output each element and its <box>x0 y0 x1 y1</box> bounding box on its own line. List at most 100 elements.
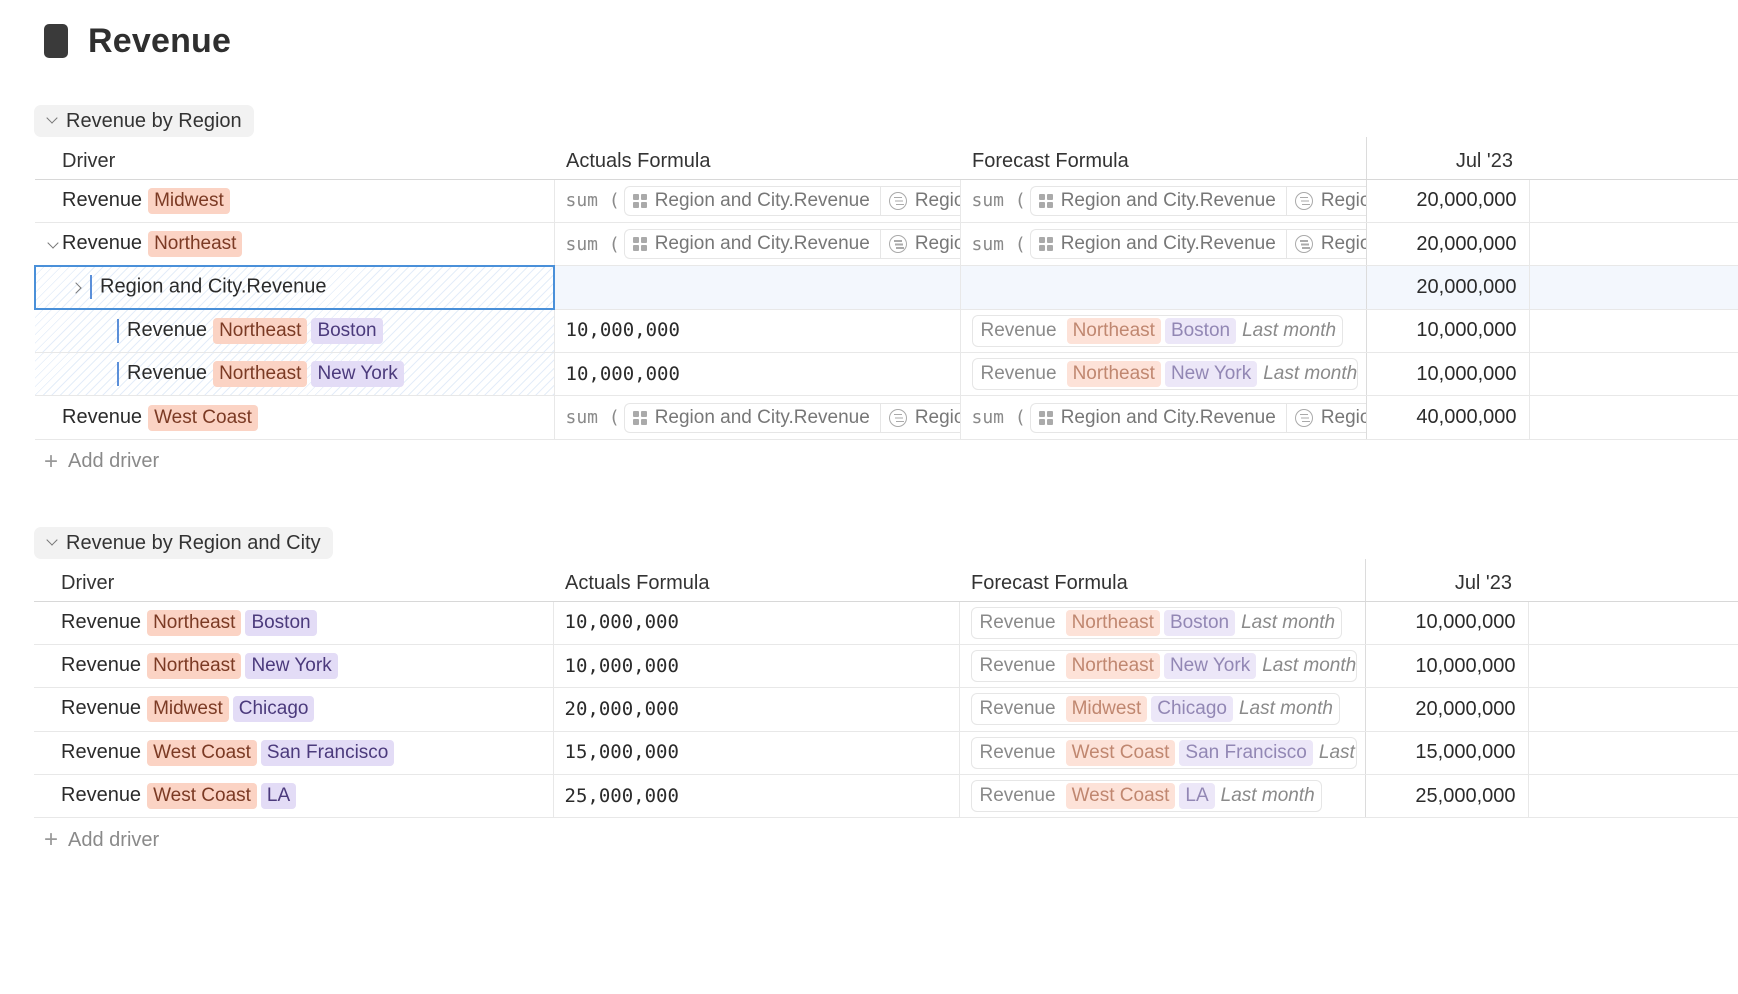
column-header-driver[interactable]: Driver <box>35 137 554 180</box>
value-cell[interactable]: 10,000,000 <box>1366 309 1530 354</box>
column-header-forecast[interactable]: Forecast Formula <box>960 137 1367 180</box>
formula-function: sum ( <box>971 407 1026 429</box>
driver-cell[interactable]: Revenue Northeast New York <box>34 644 554 689</box>
city-tag: Boston <box>311 318 383 345</box>
driver-name: Revenue <box>62 188 143 211</box>
actuals-formula-cell[interactable]: sum ( Region and City.Revenue Region <box>554 222 961 267</box>
table-row[interactable]: Revenue Northeast New York 10,000,000 Reve… <box>34 644 1738 689</box>
database-icon <box>632 237 647 252</box>
column-header-month[interactable]: Jul '23 <box>1365 559 1528 602</box>
table-row[interactable]: Revenue Northeast Boston 10,000,000 Revenu… <box>35 309 1738 354</box>
value-cell[interactable]: 20,000,000 <box>1366 222 1530 267</box>
table-row[interactable]: Revenue Midwest sum ( Region and City.Rev… <box>35 179 1738 223</box>
driver-cell[interactable]: Revenue Northeast New York <box>35 352 555 397</box>
driver-cell[interactable]: Revenue Northeast Boston <box>34 601 554 645</box>
chevron-down-icon[interactable] <box>45 234 67 257</box>
formula-filter-pill: Region <box>1285 229 1365 260</box>
forecast-formula-cell[interactable] <box>960 265 1367 310</box>
group-toggle-revenue-by-region-and-city[interactable]: Revenue by Region and City <box>34 527 333 559</box>
driver-cell[interactable]: Revenue West Coast <box>35 395 555 440</box>
driver-cell[interactable]: Revenue Northeast <box>35 222 555 267</box>
forecast-formula-cell[interactable]: Revenue Northeast New York Last month <box>959 644 1366 689</box>
group-title: Revenue by Region <box>66 109 242 132</box>
formula-source-pill: Region and City.Revenue <box>1029 229 1286 260</box>
forecast-formula-cell[interactable]: sum ( Region and City.Revenue Region <box>960 395 1367 440</box>
plus-icon: + <box>44 826 59 854</box>
header-row: Driver Actuals Formula Forecast Formula … <box>35 137 1738 180</box>
add-driver-button[interactable]: + Add driver <box>34 818 1738 862</box>
driver-cell[interactable]: Revenue Midwest Chicago <box>34 687 554 732</box>
forecast-formula-cell[interactable]: Revenue Midwest Chicago Last month <box>959 687 1366 732</box>
formula-function: sum ( <box>565 190 620 212</box>
add-driver-button[interactable]: + Add driver <box>34 440 1738 484</box>
value-cell[interactable]: 20,000,000 <box>1365 687 1529 732</box>
city-tag: Chicago <box>232 696 315 723</box>
actuals-value-cell[interactable]: 15,000,000 <box>553 731 960 776</box>
value-cell[interactable]: 10,000,000 <box>1366 352 1530 397</box>
driver-cell[interactable]: Revenue Northeast Boston <box>35 309 555 354</box>
driver-reference-pill: RevenueWest CoastSan FranciscoLast r <box>970 736 1357 769</box>
value-cell[interactable]: 20,000,000 <box>1366 179 1530 223</box>
database-icon <box>1038 410 1053 425</box>
drivers-table: Driver Actuals Formula Forecast Formula … <box>34 137 1738 440</box>
selected-subgroup-row[interactable]: Region and City.Revenue 20,000,000 <box>34 264 1738 311</box>
driver-cell[interactable]: Revenue West Coast LA <box>34 774 554 819</box>
actuals-value-cell[interactable]: 25,000,000 <box>553 774 960 819</box>
filter-icon <box>888 235 907 254</box>
table-row[interactable]: Revenue Northeast Boston 10,000,000 Revenu… <box>34 601 1738 645</box>
driver-reference-pill: Revenue Midwest Chicago Last month <box>970 693 1340 726</box>
page-title: Revenue <box>88 21 232 60</box>
actuals-formula-cell[interactable]: sum ( Region and City.Revenue Region <box>554 395 961 440</box>
empty-cell <box>1528 644 1738 689</box>
city-tag: Boston <box>245 609 317 636</box>
chevron-right-icon[interactable] <box>72 281 90 296</box>
table-row[interactable]: Revenue Northeast New York 10,000,000 Reve… <box>35 352 1738 397</box>
actuals-value-cell[interactable]: 20,000,000 <box>553 687 960 732</box>
header-row: Driver Actuals Formula Forecast Formula … <box>34 559 1738 602</box>
actuals-value-cell[interactable]: 10,000,000 <box>553 644 960 689</box>
column-header-actuals[interactable]: Actuals Formula <box>554 137 960 180</box>
driver-cell[interactable]: Revenue West Coast San Francisco <box>34 731 554 776</box>
actuals-formula-cell[interactable]: sum ( Region and City.Revenue Region <box>554 179 961 223</box>
empty-cell <box>1528 731 1738 776</box>
filter-icon <box>1294 408 1313 427</box>
table-row[interactable]: Revenue West Coast San Francisco 15,000,00… <box>34 731 1738 776</box>
value-cell[interactable]: 15,000,000 <box>1365 731 1529 776</box>
region-tag: West Coast <box>147 739 257 766</box>
actuals-value-cell[interactable]: 10,000,000 <box>554 309 961 354</box>
forecast-formula-cell[interactable]: sum ( Region and City.Revenue Region <box>960 222 1367 267</box>
value-cell[interactable]: 10,000,000 <box>1365 601 1529 645</box>
value-cell[interactable]: 20,000,000 <box>1366 265 1530 310</box>
subgroup-cell[interactable]: Region and City.Revenue <box>34 264 555 311</box>
forecast-formula-cell[interactable]: sum ( Region and City.Revenue Region <box>960 179 1367 223</box>
value-cell[interactable]: 25,000,000 <box>1365 774 1529 819</box>
region-tag: Northeast <box>147 609 242 636</box>
column-header-driver[interactable]: Driver <box>34 559 553 602</box>
forecast-formula-cell[interactable]: Revenue Northeast New York Last month <box>960 352 1367 397</box>
group-toggle-revenue-by-region[interactable]: Revenue by Region <box>34 105 254 137</box>
actuals-value-cell[interactable]: 10,000,000 <box>553 601 960 645</box>
empty-cell <box>1529 309 1738 354</box>
forecast-formula-cell[interactable]: Revenue Northeast Boston Last month <box>960 309 1367 354</box>
indent-bar <box>117 361 119 386</box>
value-cell[interactable]: 40,000,000 <box>1366 395 1530 440</box>
column-header-empty <box>1528 559 1738 602</box>
forecast-formula-cell[interactable]: Revenue West Coast LA Last month <box>959 774 1366 819</box>
region-tag: West Coast <box>148 404 258 431</box>
forecast-formula-cell[interactable]: Revenue Northeast Boston Last month <box>959 601 1366 645</box>
value-cell[interactable]: 10,000,000 <box>1365 644 1529 689</box>
driver-cell[interactable]: Revenue Midwest <box>35 179 555 223</box>
column-header-month[interactable]: Jul '23 <box>1366 137 1529 180</box>
column-header-actuals[interactable]: Actuals Formula <box>553 559 959 602</box>
table-row[interactable]: Revenue West Coast LA 25,000,000 Revenue We… <box>34 774 1738 819</box>
formula-function: sum ( <box>565 407 620 429</box>
actuals-value-cell[interactable]: 10,000,000 <box>554 352 961 397</box>
database-icon <box>1038 193 1053 208</box>
actuals-formula-cell[interactable] <box>554 265 961 310</box>
table-row[interactable]: Revenue Northeast sum ( Region and City.R… <box>35 222 1738 267</box>
column-header-forecast[interactable]: Forecast Formula <box>959 559 1366 602</box>
empty-cell <box>1528 774 1738 819</box>
table-row[interactable]: Revenue West Coast sum ( Region and City.… <box>35 395 1738 440</box>
forecast-formula-cell[interactable]: RevenueWest CoastSan FranciscoLast r <box>959 731 1366 776</box>
table-row[interactable]: Revenue Midwest Chicago 20,000,000 Revenue… <box>34 687 1738 732</box>
